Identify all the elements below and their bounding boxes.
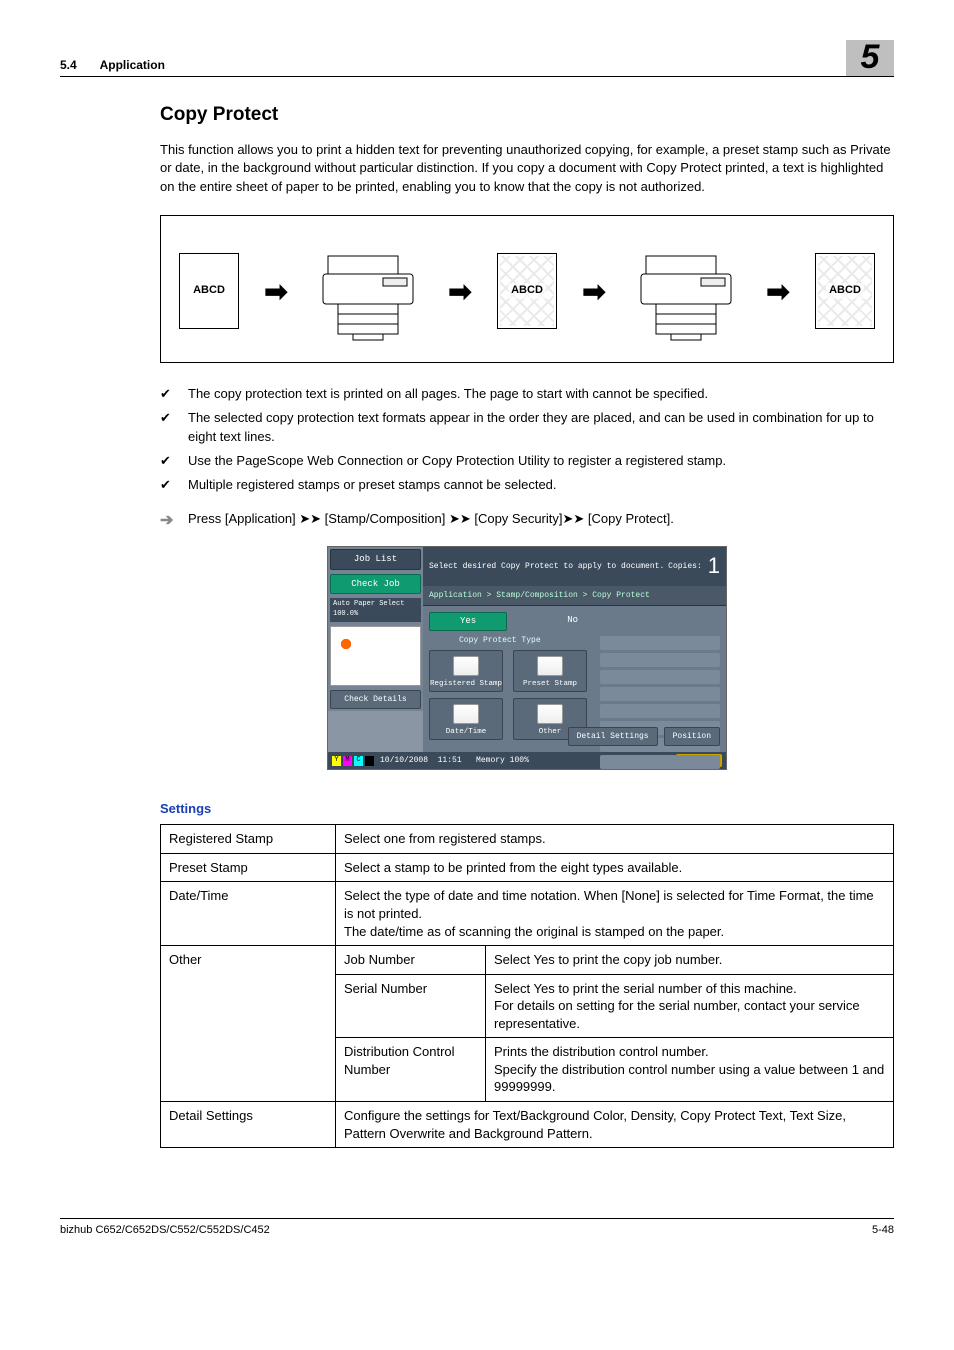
navigation-instruction: ➔ Press [Application] ➤➤ [Stamp/Composit… — [160, 510, 894, 528]
note-item: The copy protection text is printed on a… — [160, 385, 894, 403]
setting-key: Detail Settings — [161, 1101, 336, 1147]
table-row: Registered Stamp Select one from registe… — [161, 825, 894, 854]
job-list-tab: Job List — [330, 549, 421, 570]
setting-value: Select one from registered stamps. — [336, 825, 894, 854]
protected-doc-icon: ABCD — [497, 253, 557, 329]
original-doc-icon: ABCD — [179, 253, 239, 329]
arrow-icon: ➡ — [448, 272, 471, 311]
notes-list: The copy protection text is printed on a… — [160, 385, 894, 494]
feature-intro: This function allows you to print a hidd… — [160, 141, 894, 198]
preview-thumbnail — [330, 626, 421, 686]
table-row: Preset Stamp Select a stamp to be printe… — [161, 853, 894, 882]
note-item: Multiple registered stamps or preset sta… — [160, 476, 894, 494]
setting-subkey: Distribution Control Number — [336, 1038, 486, 1102]
copied-doc-icon: ABCD — [815, 253, 875, 329]
no-button: No — [547, 612, 598, 631]
press-text: Press [Application] ➤➤ [Stamp/Compositio… — [188, 511, 674, 526]
registered-stamp-button: Registered Stamp — [429, 650, 503, 692]
setting-subkey: Serial Number — [336, 974, 486, 1038]
position-button: Position — [664, 727, 720, 746]
note-item: The selected copy protection text format… — [160, 409, 894, 445]
preset-stamp-button: Preset Stamp — [513, 650, 587, 692]
note-item: Use the PageScope Web Connection or Copy… — [160, 452, 894, 470]
arrow-icon: ➡ — [766, 272, 789, 311]
datetime-button: Date/Time — [429, 698, 503, 740]
copies-count: 1 — [708, 551, 720, 582]
section-ref: 5.4 Application — [60, 57, 165, 74]
arrow-right-icon: ➔ — [160, 510, 173, 532]
table-row: Date/Time Select the type of date and ti… — [161, 882, 894, 946]
table-row: Other Job Number Select Yes to print the… — [161, 946, 894, 975]
screen-breadcrumb: Application > Stamp/Composition > Copy P… — [423, 586, 726, 606]
footer-page-number: 5-48 — [872, 1223, 894, 1238]
setting-value: Select the type of date and time notatio… — [336, 882, 894, 946]
setting-key: Other — [161, 946, 336, 1102]
setting-subkey: Job Number — [336, 946, 486, 975]
setting-value: Configure the settings for Text/Backgrou… — [336, 1101, 894, 1147]
settings-heading: Settings — [160, 800, 894, 818]
check-details-button: Check Details — [330, 690, 421, 709]
setting-value: Select a stamp to be printed from the ei… — [336, 853, 894, 882]
page-footer: bizhub C652/C652DS/C552/C552DS/C452 5-48 — [60, 1218, 894, 1238]
arrow-icon: ➡ — [264, 272, 287, 311]
check-job-button: Check Job — [330, 574, 421, 595]
table-row: Detail Settings Configure the settings f… — [161, 1101, 894, 1147]
setting-value: Prints the distribution control number. … — [486, 1038, 894, 1102]
section-number: 5.4 — [60, 58, 77, 72]
section-title: Application — [100, 58, 165, 72]
setting-key: Registered Stamp — [161, 825, 336, 854]
panel-screenshot: Job List Check Job Auto Paper Select 100… — [327, 546, 727, 770]
auto-paper-status: Auto Paper Select 100.0% — [330, 598, 421, 622]
copier-icon — [631, 236, 741, 346]
chapter-badge: 5 — [846, 40, 894, 76]
page-header: 5.4 Application 5 — [60, 40, 894, 77]
footer-model: bizhub C652/C652DS/C552/C552DS/C452 — [60, 1223, 270, 1238]
detail-settings-button: Detail Settings — [568, 727, 658, 746]
setting-value: Select Yes to print the serial number of… — [486, 974, 894, 1038]
settings-table: Registered Stamp Select one from registe… — [160, 824, 894, 1148]
yes-button: Yes — [429, 612, 507, 631]
workflow-diagram: ABCD ➡ ➡ ABCD ➡ — [160, 215, 894, 363]
setting-value: Select Yes to print the copy job number. — [486, 946, 894, 975]
arrow-icon: ➡ — [582, 272, 605, 311]
screen-header: Select desired Copy Protect to apply to … — [423, 547, 726, 586]
setting-key: Date/Time — [161, 882, 336, 946]
toner-indicator: YMCK — [332, 756, 374, 766]
feature-title: Copy Protect — [160, 102, 894, 129]
copier-icon — [313, 236, 423, 346]
setting-key: Preset Stamp — [161, 853, 336, 882]
